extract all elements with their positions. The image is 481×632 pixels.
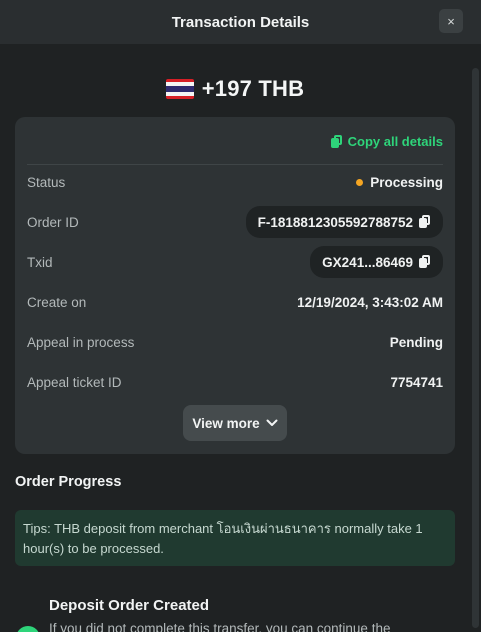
divider — [27, 164, 443, 165]
tips-banner: Tips: THB deposit from merchant โอนเงินผ… — [15, 510, 455, 566]
modal-header: Transaction Details × — [0, 0, 481, 44]
detail-row-status: Status Processing — [27, 167, 443, 197]
modal-content: +197 THB Copy all details Status Process… — [0, 44, 470, 632]
copy-icon — [419, 255, 431, 269]
order-id-copy-button[interactable]: F-181881230559278875​2 — [245, 206, 443, 238]
copy-icon — [419, 215, 431, 229]
step-description: If you did not complete this transfer, y… — [49, 621, 391, 632]
ticket-value: 7754741 — [390, 374, 443, 390]
close-icon: × — [447, 13, 455, 29]
status-value: Processing — [356, 175, 443, 190]
close-button[interactable]: × — [439, 9, 463, 33]
order-id-label: Order ID — [27, 214, 79, 230]
copy-all-label: Copy all details — [347, 134, 443, 149]
detail-row-order-id: Order ID F-181881230559278875​2 — [27, 206, 443, 238]
txid-copy-button[interactable]: GX241...86469 — [310, 246, 443, 278]
copy-all-details-button[interactable]: Copy all details — [330, 134, 443, 149]
amount-summary: +197 THB — [0, 74, 470, 104]
order-progress-title: Order Progress — [15, 474, 122, 490]
detail-row-appeal: Appeal in process Pending — [27, 327, 443, 357]
transaction-amount: +197 THB — [201, 76, 305, 101]
order-id-value: F-181881230559278875​2 — [257, 214, 413, 230]
status-dot-icon — [356, 178, 364, 186]
thailand-flag-icon — [165, 79, 194, 99]
view-more-label: View more — [192, 415, 260, 431]
status-label: Status — [27, 174, 66, 190]
details-card: Copy all details Status Processing Order… — [15, 117, 455, 454]
appeal-label: Appeal in process — [27, 334, 135, 350]
detail-row-txid: Txid GX241...86469 — [27, 246, 443, 278]
chevron-down-icon — [266, 419, 278, 426]
txid-label: Txid — [27, 254, 53, 270]
modal-title: Transaction Details — [171, 13, 310, 31]
step-status-icon — [16, 626, 40, 632]
ticket-label: Appeal ticket ID — [27, 374, 122, 390]
status-text: Processing — [370, 174, 443, 190]
scrollbar-thumb[interactable] — [472, 68, 479, 628]
detail-row-create-on: Create on 12/19/2024, 3:43:02 AM — [27, 287, 443, 317]
create-on-value: 12/19/2024, 3:43:02 AM — [297, 294, 443, 310]
detail-row-ticket: Appeal ticket ID 7754741 — [27, 367, 443, 397]
txid-value: GX241...86469 — [322, 254, 413, 270]
create-on-label: Create on — [27, 294, 87, 310]
copy-icon — [330, 134, 343, 149]
step-title: Deposit Order Created — [49, 597, 210, 614]
appeal-value: Pending — [389, 334, 443, 350]
view-more-button[interactable]: View more — [183, 405, 287, 441]
